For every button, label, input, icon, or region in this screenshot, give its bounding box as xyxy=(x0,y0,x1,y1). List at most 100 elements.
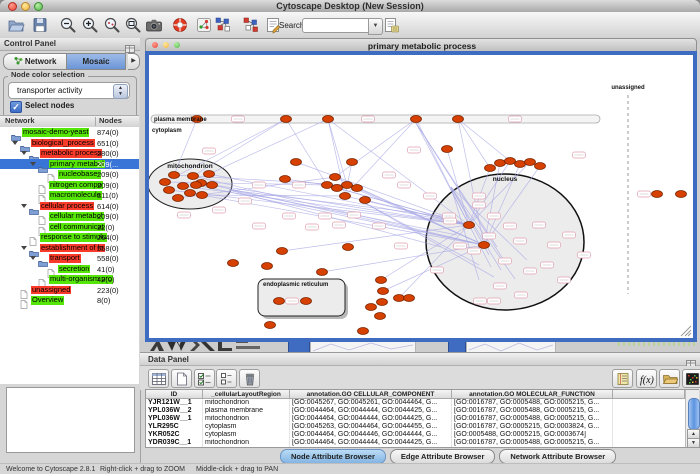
search-dropdown-icon[interactable]: ▼ xyxy=(368,18,383,35)
graph-node[interactable] xyxy=(360,197,371,204)
table-cell[interactable]: cytoplasm xyxy=(203,431,290,439)
table-cell[interactable]: YJR121W__1 xyxy=(146,399,203,407)
expander-icon[interactable] xyxy=(21,151,27,155)
graph-node[interactable] xyxy=(330,174,341,181)
table-cell[interactable]: [GO:0016787, GO:0005488, GO:0005215, G..… xyxy=(452,439,613,447)
layout-blue-icon[interactable] xyxy=(213,15,233,35)
zoom-in-icon[interactable] xyxy=(80,15,100,35)
graph-node[interactable] xyxy=(207,182,218,189)
select-attributes-icon[interactable] xyxy=(194,369,215,388)
table-cell[interactable]: plasma membrane xyxy=(203,407,290,415)
graph-node[interactable] xyxy=(265,322,276,329)
table-scrollbar[interactable]: ▲ ▼ xyxy=(685,390,699,447)
expander-icon[interactable] xyxy=(21,246,27,250)
graph-node[interactable] xyxy=(228,260,239,267)
graph-node[interactable] xyxy=(277,248,288,255)
expander-icon[interactable] xyxy=(30,162,36,166)
graph-node[interactable] xyxy=(332,185,343,192)
tree-item-mosaic-demo-yeast[interactable]: mosaic-demo-yeast874(0) xyxy=(0,127,139,138)
tree-item-secretion[interactable]: secretion41(0) xyxy=(0,264,139,275)
graph-node[interactable] xyxy=(188,173,199,180)
graph-node[interactable] xyxy=(204,171,215,178)
table-cell[interactable]: mitochondrion xyxy=(203,439,290,447)
graph-node[interactable] xyxy=(178,183,189,190)
table-cell[interactable]: [GO:0044464, GO:0044446, GO:0044444, G..… xyxy=(290,431,452,439)
scroll-down-icon[interactable]: ▼ xyxy=(687,438,700,448)
table-cell[interactable]: [GO:0045267, GO:0045261, GO:0044464, G..… xyxy=(290,399,452,407)
table-cell[interactable]: [GO:0045263, GO:0044464, GO:0044455, G..… xyxy=(290,423,452,431)
table-cell[interactable]: YDR039C__1 xyxy=(146,439,203,447)
graph-node[interactable] xyxy=(515,161,526,168)
column-header[interactable]: ID xyxy=(146,390,203,399)
import-list-icon[interactable] xyxy=(612,369,633,388)
expander-icon[interactable] xyxy=(12,141,18,145)
table-cell[interactable]: [GO:0044464, GO:0044444, GO:0044425, G..… xyxy=(290,407,452,415)
graph-node[interactable] xyxy=(394,295,405,302)
graph-node[interactable] xyxy=(281,116,292,123)
new-attribute-icon[interactable] xyxy=(171,369,192,388)
layout-red-icon[interactable] xyxy=(241,15,261,35)
attribute-matrix-icon[interactable] xyxy=(682,369,700,388)
tab-network[interactable]: Network xyxy=(3,53,67,70)
expander-icon[interactable] xyxy=(21,204,27,208)
graph-node[interactable] xyxy=(377,299,388,306)
graph-node[interactable] xyxy=(169,172,180,179)
graph-node[interactable] xyxy=(366,304,377,311)
tab-network-attribute-browser[interactable]: Network Attribute Browser xyxy=(499,449,616,464)
graph-node[interactable] xyxy=(404,295,415,302)
graph-node[interactable] xyxy=(505,158,516,165)
column-header[interactable]: annotation.GO CELLULAR_COMPONENT xyxy=(290,390,452,399)
table-cell[interactable]: YPL036W__2 xyxy=(146,407,203,415)
tab-overflow-arrow-icon[interactable]: ▶ xyxy=(128,53,140,70)
graph-node[interactable] xyxy=(376,277,387,284)
resize-grip-icon[interactable] xyxy=(681,326,691,336)
table-cell[interactable]: mitochondrion xyxy=(203,399,290,407)
snapshot-icon[interactable] xyxy=(144,15,164,35)
expander-icon[interactable] xyxy=(30,256,36,260)
graph-node[interactable] xyxy=(197,192,208,199)
tree-item-metabolic-process[interactable]: metabolic process280(0) xyxy=(0,148,139,159)
load-attributes-icon[interactable] xyxy=(659,369,680,388)
zoom-fit-icon[interactable] xyxy=(123,15,143,35)
graph-node[interactable] xyxy=(535,163,546,170)
tree-item-nucleobase-[interactable]: nucleobase-209(0) xyxy=(0,169,139,180)
graph-node[interactable] xyxy=(378,288,389,295)
tree-item-response-to-stimulu[interactable]: response to stimulu264(0) xyxy=(0,232,139,243)
table-cell[interactable]: YPL036W__1 xyxy=(146,415,203,423)
graph-node[interactable] xyxy=(291,159,302,166)
graph-node[interactable] xyxy=(495,160,506,167)
column-header[interactable]: annotation.GO MOLECULAR_FUNCTION xyxy=(452,390,613,399)
graph-node[interactable] xyxy=(375,313,386,320)
table-cell[interactable]: mitochondrion xyxy=(203,415,290,423)
table-cell[interactable]: YKR052C xyxy=(146,431,203,439)
new-note-icon[interactable] xyxy=(381,15,401,35)
open-file-icon[interactable] xyxy=(6,15,26,35)
zoom-out-icon[interactable] xyxy=(58,15,78,35)
graph-node[interactable] xyxy=(343,244,354,251)
tree-item-macromolecule[interactable]: macromolecule311(0) xyxy=(0,190,139,201)
tree-item-establishment-of-lo[interactable]: establishment of lo558(0) xyxy=(0,243,139,254)
table-cell[interactable]: [GO:0016787, GO:0005488, GO:0005215, G..… xyxy=(452,407,613,415)
graph-node[interactable] xyxy=(274,298,285,305)
tab-mosaic[interactable]: Mosaic xyxy=(67,53,126,70)
table-cell[interactable]: YLR295C xyxy=(146,423,203,431)
node-color-dropdown[interactable]: transporter activity ▲▼ xyxy=(8,82,130,99)
select-nodes-checkbox[interactable]: ✓ xyxy=(10,101,22,113)
graph-node[interactable] xyxy=(485,165,496,172)
table-cell[interactable]: [GO:0016787, GO:0005215, GO:0003824, G..… xyxy=(452,423,613,431)
column-header[interactable]: _cellularLayoutRegion xyxy=(203,390,290,399)
tree-item-cell-communicat[interactable]: cell communicat22(0) xyxy=(0,222,139,233)
tree-item-primary-metabol[interactable]: primary metabol209(... xyxy=(0,159,139,170)
table-cell[interactable]: [GO:0044464, GO:0044444, GO:0044425, G..… xyxy=(290,439,452,447)
table-cell[interactable]: [GO:0005488, GO:0005215, GO:0003674] xyxy=(452,431,613,439)
tree-item-multi-organism-pro[interactable]: multi-organism pro42(0) xyxy=(0,274,139,285)
graph-node[interactable] xyxy=(358,328,369,335)
graph-node[interactable] xyxy=(340,193,351,200)
graph-node[interactable] xyxy=(191,182,202,189)
graph-node[interactable] xyxy=(280,176,291,183)
save-icon[interactable] xyxy=(30,15,50,35)
graph-node[interactable] xyxy=(676,191,687,198)
attribute-table-icon[interactable] xyxy=(148,369,169,388)
table-cell[interactable]: cytoplasm xyxy=(203,423,290,431)
graph-node[interactable] xyxy=(342,182,353,189)
